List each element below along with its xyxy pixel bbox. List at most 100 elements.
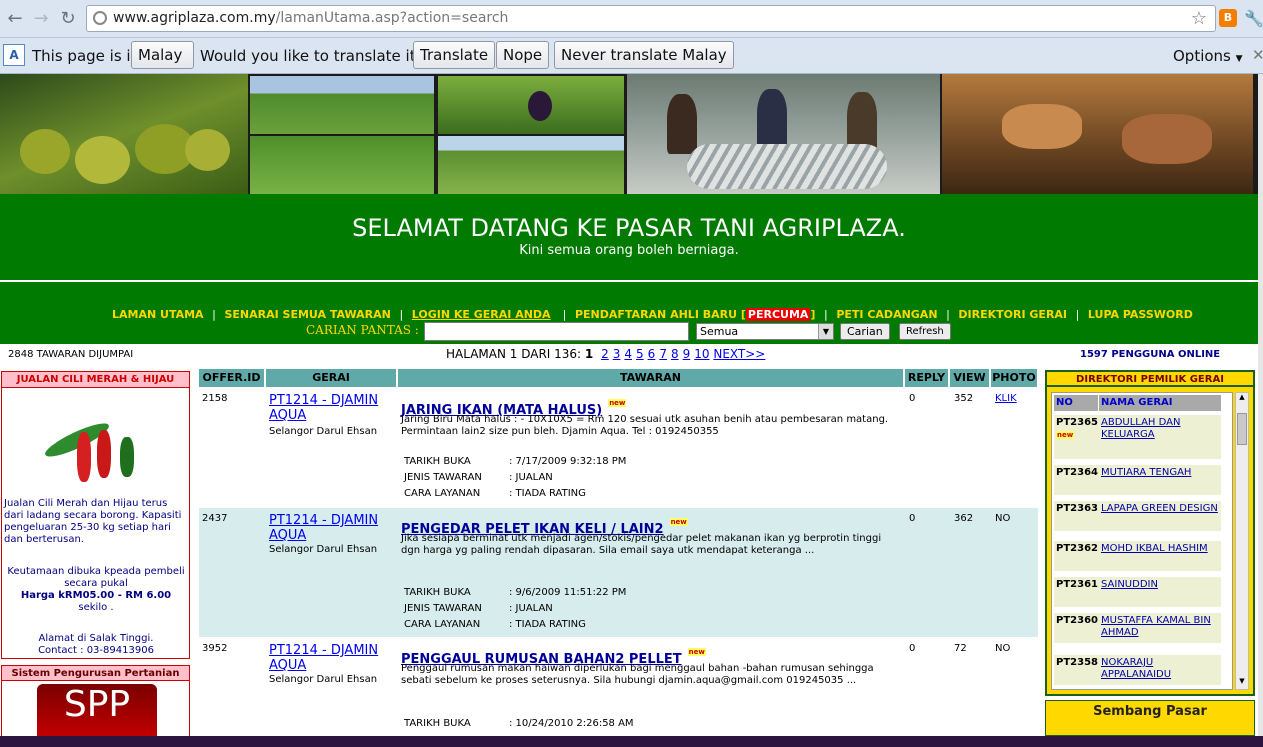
view-count: 72 bbox=[954, 643, 967, 654]
reply-count: 0 bbox=[909, 643, 916, 654]
shop-link[interactable]: PT1214 - DJAMIN AQUA bbox=[269, 393, 394, 423]
worker-figure bbox=[667, 94, 697, 154]
label-tarikh-buka: TARIKH BUKA bbox=[404, 718, 471, 729]
directory-row: PT2358 NOKARAJU APPALANAIDU bbox=[1054, 655, 1221, 685]
directory-shop-link[interactable]: SAINUDDIN bbox=[1101, 579, 1221, 591]
bookmark-star-icon[interactable]: ☆ bbox=[1191, 6, 1207, 31]
search-category-value: Semua bbox=[700, 325, 739, 338]
directory-shop-link[interactable]: ABDULLAH DAN KELUARGA bbox=[1101, 417, 1221, 441]
chili-ad-text2: Keutamaan dibuka kpeada pembeli secara p… bbox=[7, 566, 185, 589]
nav-peti-cadangan[interactable]: PETI CADANGAN bbox=[836, 308, 937, 321]
search-category-select[interactable]: Semua ▼ bbox=[696, 323, 834, 340]
directory-row-no: PT2362 bbox=[1056, 543, 1098, 554]
page-link[interactable]: 4 bbox=[624, 347, 632, 361]
page-link[interactable]: 5 bbox=[636, 347, 644, 361]
translate-question: Would you like to translate it? bbox=[200, 47, 424, 65]
options-menu[interactable]: Options ▼ bbox=[1173, 47, 1243, 65]
photo-link[interactable]: KLIK bbox=[995, 393, 1017, 404]
offer-type: : JUALAN bbox=[509, 472, 553, 483]
offers-count: 2848 TAWARAN DIJUMPAI bbox=[8, 349, 134, 360]
address-bar[interactable]: www.agriplaza.com.my/lamanUtama.asp?acti… bbox=[86, 5, 1216, 32]
offer-date: : 10/24/2010 2:26:58 AM bbox=[509, 718, 634, 729]
page-link[interactable]: 3 bbox=[613, 347, 621, 361]
nav-pendaftaran[interactable]: PENDAFTARAN AHLI BARU [ bbox=[575, 308, 746, 321]
fish-catch bbox=[687, 144, 887, 189]
col-view: VIEW bbox=[950, 369, 990, 387]
pagination: HALAMAN 1 DARI 136: 1 2 3 4 5 6 7 8 9 10 NEXT>> bbox=[446, 347, 765, 361]
nav-links: LAMAN UTAMA | SENARAI SEMUA TAWARAN | LO… bbox=[112, 308, 1193, 321]
offer-description: Penggaul rumusan makan haiwan diperlukan… bbox=[401, 663, 874, 686]
page-link[interactable]: 9 bbox=[683, 347, 691, 361]
page-link[interactable]: 8 bbox=[671, 347, 679, 361]
shop-state: Selangor Darul Ehsan bbox=[269, 426, 378, 437]
shop-link[interactable]: PT1214 - DJAMIN AQUA bbox=[269, 513, 394, 543]
farm-field-photo bbox=[250, 76, 434, 134]
translate-button[interactable]: Translate bbox=[413, 41, 496, 69]
directory-shop-link[interactable]: LAPAPA GREEN DESIGN bbox=[1101, 503, 1221, 515]
chili-ad-contact: Contact : 03-89413906 bbox=[38, 645, 154, 656]
directory-shop-link[interactable]: MOHD IKBAL HASHIM bbox=[1101, 543, 1221, 555]
page-scrollbar[interactable] bbox=[1258, 74, 1263, 736]
chili-image bbox=[41, 412, 142, 482]
directory-row-no: PT2360 bbox=[1056, 615, 1098, 626]
page-link[interactable]: 6 bbox=[648, 347, 656, 361]
directory-shop-link[interactable]: NOKARAJU APPALANAIDU bbox=[1101, 657, 1221, 681]
language-select[interactable]: Malay ▼ bbox=[131, 41, 194, 89]
directory-scrollbar[interactable]: ▲ ▼ bbox=[1235, 392, 1249, 690]
translate-prefix: This page is in bbox=[32, 47, 141, 65]
col-photo: PHOTO bbox=[991, 369, 1038, 387]
directory-list[interactable]: NO NAMA GERAI PT2365 new ABDULLAH DAN KELU… bbox=[1051, 392, 1233, 690]
directory-row: PT2360 MUSTAFFA KAMAL BIN AHMAD bbox=[1054, 613, 1221, 643]
nav-direktori-gerai[interactable]: DIREKTORI GERAI bbox=[958, 308, 1067, 321]
scroll-down-icon[interactable]: ▼ bbox=[1236, 677, 1248, 689]
reload-icon[interactable]: ↻ bbox=[57, 8, 79, 30]
new-badge: new bbox=[687, 648, 706, 656]
back-arrow-icon[interactable]: ← bbox=[4, 8, 26, 30]
search-button[interactable]: Carian bbox=[840, 323, 890, 340]
language-value: Malay bbox=[138, 46, 183, 64]
never-translate-button[interactable]: Never translate Malay bbox=[554, 41, 734, 69]
nav-login-gerai[interactable]: LOGIN KE GERAI ANDA bbox=[412, 308, 551, 321]
offer-date: : 9/6/2009 11:51:22 PM bbox=[509, 587, 627, 598]
nope-button[interactable]: Nope bbox=[496, 41, 550, 69]
directory-shop-link[interactable]: MUSTAFFA KAMAL BIN AHMAD bbox=[1101, 615, 1221, 639]
cow-figure bbox=[1002, 104, 1082, 149]
nav-senarai-tawaran[interactable]: SENARAI SEMUA TAWARAN bbox=[224, 308, 390, 321]
nav-lupa-password[interactable]: LUPA PASSWORD bbox=[1088, 308, 1193, 321]
offer-rating: : TIADA RATING bbox=[509, 488, 586, 499]
page-link[interactable]: 2 bbox=[601, 347, 609, 361]
spp-ad-box[interactable]: Sistem Pengurusan Pertanian SPP bbox=[1, 665, 190, 737]
nav-laman-utama[interactable]: LAMAN UTAMA bbox=[112, 308, 204, 321]
directory-row-no: PT2358 bbox=[1056, 657, 1098, 668]
offer-description: Jaring Biru Mata halus : - 10X10X5 = Rm … bbox=[401, 414, 889, 437]
shop-directory: DIREKTORI PEMILIK GERAI NO NAMA GERAI PT… bbox=[1045, 370, 1255, 696]
photo-value: NO bbox=[995, 513, 1011, 524]
page-link[interactable]: 10 bbox=[694, 347, 709, 361]
refresh-button[interactable]: Refresh bbox=[899, 323, 951, 340]
search-label: CARIAN PANTAS : bbox=[306, 323, 419, 337]
green-chili bbox=[120, 437, 134, 477]
shop-link[interactable]: PT1214 - DJAMIN AQUA bbox=[269, 643, 394, 673]
next-page-link[interactable]: NEXT>> bbox=[713, 347, 765, 361]
meta-values: : 7/17/2009 9:32:18 PM : JUALAN : TIADA … bbox=[509, 454, 729, 502]
search-input[interactable] bbox=[424, 322, 689, 341]
worker-figure bbox=[757, 89, 787, 149]
photo-value: NO bbox=[995, 643, 1011, 654]
page-link[interactable]: 7 bbox=[659, 347, 667, 361]
scroll-thumb[interactable] bbox=[1237, 413, 1247, 445]
col-tawaran: TAWARAN bbox=[398, 369, 904, 387]
chat-box: Sembang Pasar bbox=[1045, 700, 1255, 736]
close-icon[interactable]: ✕ bbox=[1252, 46, 1263, 64]
new-badge: new bbox=[1056, 431, 1075, 439]
forward-arrow-icon[interactable]: → bbox=[30, 8, 52, 30]
page-label: HALAMAN 1 DARI 136: bbox=[446, 347, 582, 361]
fish-harvest-photo bbox=[627, 74, 940, 194]
durian-photo bbox=[0, 74, 248, 194]
scroll-up-icon[interactable]: ▲ bbox=[1236, 393, 1248, 405]
view-count: 362 bbox=[954, 513, 974, 524]
blogger-icon[interactable]: B bbox=[1219, 9, 1237, 27]
directory-shop-link[interactable]: MUTIARA TENGAH bbox=[1101, 467, 1221, 479]
wrench-menu-icon[interactable]: 🔧 bbox=[1244, 9, 1263, 28]
spp-logo: SPP bbox=[37, 684, 157, 736]
offer-id: 2437 bbox=[202, 513, 228, 524]
